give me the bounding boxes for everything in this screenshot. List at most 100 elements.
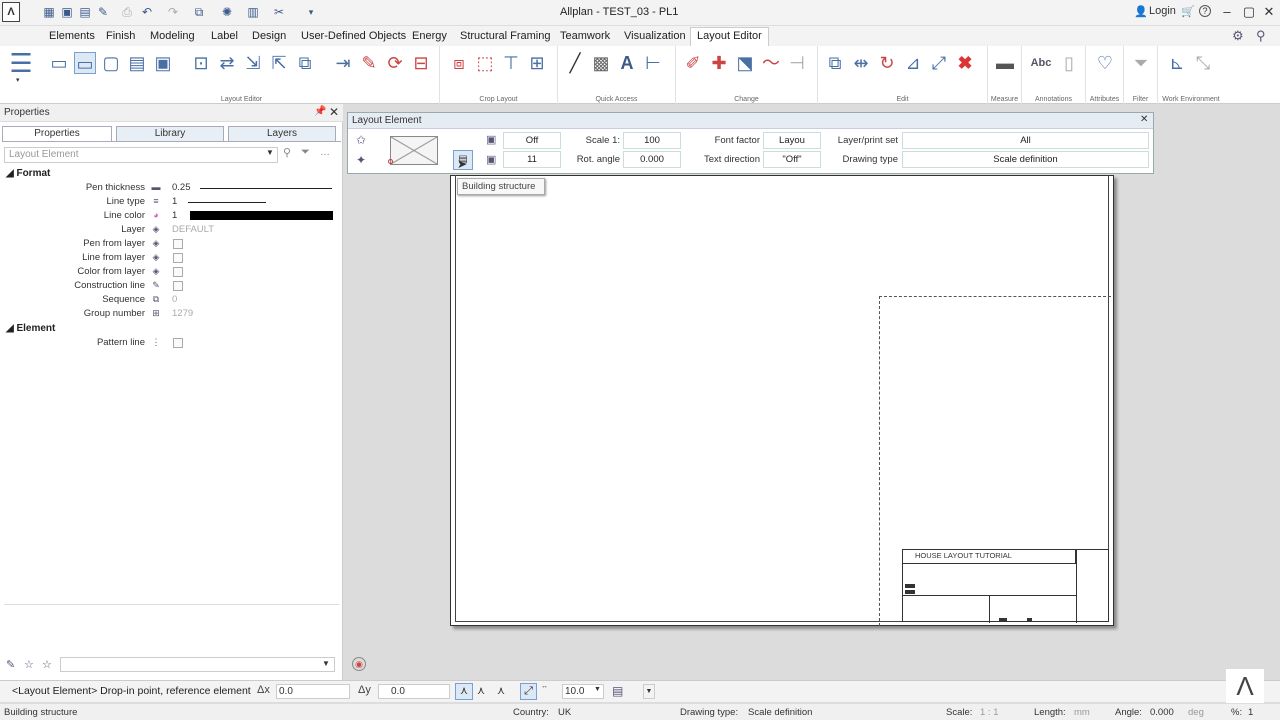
tab-teamwork[interactable]: Teamwork — [560, 30, 610, 46]
tab-structural-framing[interactable]: Structural Framing — [460, 30, 550, 46]
group-number-value[interactable]: 1279 — [172, 308, 193, 319]
line-icon[interactable]: ╱ — [564, 52, 586, 74]
format-section[interactable]: ◢ Format — [6, 168, 50, 179]
undo-icon[interactable]: ↶ — [140, 5, 154, 19]
angle-value[interactable]: 0.000 — [1150, 704, 1174, 720]
crop-icon[interactable]: ⧈ — [448, 52, 470, 74]
element-type-combo[interactable]: Layout Element — [4, 147, 278, 163]
tab-design[interactable]: Design — [252, 30, 286, 46]
modify-points-icon[interactable]: ✚ — [708, 52, 730, 74]
snap-icon[interactable]: ◉ — [352, 657, 366, 671]
combo-chevron-down-icon[interactable]: ▼ — [266, 148, 274, 157]
search-icon[interactable]: ⚲ — [1256, 28, 1266, 44]
edit-icon[interactable]: ✎ — [96, 5, 110, 19]
length-unit[interactable]: mm — [1074, 704, 1090, 720]
label-icon[interactable]: ▯ — [1058, 52, 1080, 74]
scale-field[interactable]: 100 — [623, 132, 681, 149]
tab-label[interactable]: Label — [211, 30, 238, 46]
layout-icon[interactable]: ▥ — [246, 5, 260, 19]
work-env-icon[interactable]: ⤡ — [1192, 52, 1214, 74]
customize-dropdown-icon[interactable]: ▾ — [304, 5, 318, 19]
close-window-button[interactable]: ✕ — [1256, 2, 1280, 22]
tab-library[interactable]: Library — [116, 126, 224, 142]
pin-icon[interactable]: 📌 — [314, 106, 326, 117]
refresh-icon[interactable]: ⟳ — [384, 52, 406, 74]
open-project-icon[interactable]: ▦ — [42, 5, 56, 19]
coordinate-icon[interactable]: ⊾ — [1166, 52, 1188, 74]
redo-icon[interactable]: ↷ — [166, 5, 180, 19]
midpoint-icon[interactable]: ⋏ — [477, 684, 485, 697]
pen-number-field[interactable]: 11 — [503, 151, 561, 168]
text-frame-icon[interactable]: ▤ — [126, 52, 148, 74]
line-color-value[interactable]: 1 — [172, 210, 177, 221]
save-icon[interactable]: ▤ — [78, 5, 92, 19]
copy-layout-icon[interactable]: ⧉ — [294, 52, 316, 74]
intersection-icon[interactable]: ⋏ — [497, 684, 505, 697]
options-icon[interactable]: ▤ — [612, 684, 636, 699]
crop-reset-icon[interactable]: ⊞ — [526, 52, 548, 74]
dimension-icon[interactable]: ⊢ — [642, 52, 664, 74]
tab-layout-editor[interactable]: Layout Editor — [690, 27, 769, 46]
rotate-icon[interactable]: ↻ — [876, 52, 898, 74]
construction-line-checkbox[interactable] — [173, 281, 183, 291]
favorites-icon[interactable]: ☆ — [24, 658, 34, 671]
layout-element-active-icon[interactable]: ▭ — [74, 52, 96, 74]
user-icon[interactable]: 👤 — [1134, 5, 1148, 18]
layout-sheet[interactable]: HOUSE LAYOUT TUTORIAL — [450, 175, 1114, 626]
rot-angle-field[interactable]: 0.000 — [623, 151, 681, 168]
crop-area-icon[interactable]: ⬚ — [474, 52, 496, 74]
allplan-logo-icon[interactable]: Λ — [2, 2, 20, 22]
cart-icon[interactable]: 🛒 — [1181, 5, 1195, 18]
attributes-icon[interactable]: ♡ — [1094, 52, 1116, 74]
sheet-border-icon[interactable]: ▢ — [100, 52, 122, 74]
font-factor-field[interactable]: Layou — [763, 132, 821, 149]
help-icon[interactable]: ? — [1199, 5, 1211, 17]
layer-off-field[interactable]: Off — [503, 132, 561, 149]
abc-annotation-icon[interactable]: Abc — [1030, 52, 1052, 74]
tools-icon[interactable]: ✂ — [272, 5, 286, 19]
tab-layers[interactable]: Layers — [228, 126, 336, 142]
filter-icon[interactable]: ⏷ — [1130, 52, 1152, 74]
export-icon[interactable]: ⇱ — [268, 52, 290, 74]
find-icon[interactable]: ⚲ — [283, 146, 291, 159]
filter-props-icon[interactable]: ⏷ — [301, 146, 310, 159]
pen-icon[interactable]: ▣ — [486, 153, 496, 166]
mirror-icon[interactable]: ⊿ — [902, 52, 924, 74]
favorites-combo[interactable] — [60, 657, 335, 672]
layer-print-set-field[interactable]: All — [902, 132, 1149, 149]
main-menu-icon[interactable]: ☰ — [6, 48, 36, 88]
copy-elements-icon[interactable]: ⧉ — [824, 52, 846, 74]
measure-icon[interactable]: ▬ — [994, 52, 1016, 74]
modify-format-icon[interactable]: ⬔ — [734, 52, 756, 74]
copy-icon[interactable]: ⧉ — [192, 5, 206, 19]
layout-open-icon[interactable]: ✦ — [356, 153, 366, 167]
text-icon[interactable]: A — [616, 52, 638, 74]
favorites-chevron-down-icon[interactable]: ▼ — [322, 659, 330, 668]
angle-unit[interactable]: deg — [1188, 704, 1204, 720]
sequence-value[interactable]: 0 — [172, 294, 177, 305]
crop-text-icon[interactable]: ⊤ — [500, 52, 522, 74]
page-setup-icon[interactable]: ▣ — [152, 52, 174, 74]
scale-status-value[interactable]: 1 : 1 — [980, 704, 999, 720]
tab-energy[interactable]: Energy — [412, 30, 447, 46]
tab-elements[interactable]: Elements — [49, 30, 95, 46]
tab-user-defined-objects[interactable]: User-Defined Objects — [301, 30, 406, 46]
drawing-type-field[interactable]: Scale definition — [902, 151, 1149, 168]
main-menu-dropdown-icon[interactable]: ▾ — [16, 76, 20, 84]
layer-value[interactable]: DEFAULT — [172, 224, 214, 235]
delete-layout-icon[interactable]: ⊟ — [410, 52, 432, 74]
gear-icon[interactable]: ⚙ — [1232, 28, 1244, 44]
tab-finish[interactable]: Finish — [106, 30, 135, 46]
dy-input[interactable]: 0.0 — [378, 684, 450, 699]
pen-icon[interactable]: ✐ — [682, 52, 704, 74]
color-from-layer-checkbox[interactable] — [173, 267, 183, 277]
scale-icon[interactable]: ⤢ — [928, 52, 950, 74]
hatch-icon[interactable]: ▩ — [590, 52, 612, 74]
text-direction-field[interactable]: "Off" — [763, 151, 821, 168]
element-section[interactable]: ◢ Element — [6, 323, 55, 334]
save-favorite-icon[interactable]: ☆ — [42, 658, 52, 671]
element-preview-icon[interactable] — [390, 136, 438, 165]
snap-point-icon[interactable]: ⋏ — [455, 683, 473, 700]
tab-modeling[interactable]: Modeling — [150, 30, 195, 46]
grid-snap-icon[interactable]: ⤢ — [520, 683, 537, 700]
